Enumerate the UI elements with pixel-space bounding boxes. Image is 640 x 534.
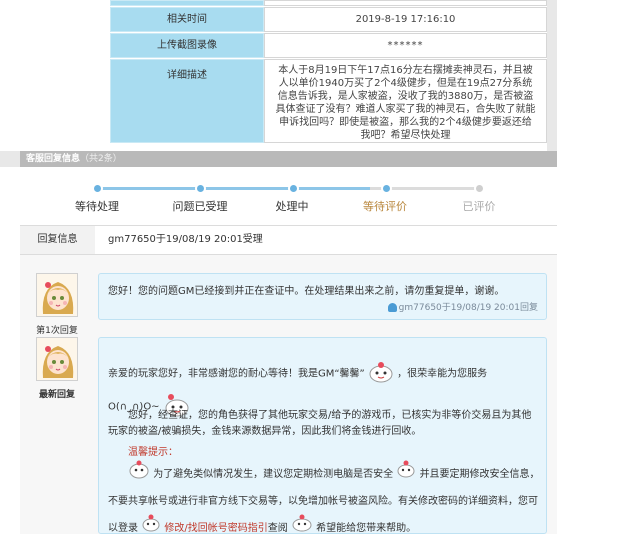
step-dot-3 [288, 183, 299, 194]
right-gutter [547, 0, 557, 151]
step-dot-2 [195, 183, 206, 194]
user-icon [387, 303, 397, 312]
reply-2-paragraph: 您好，经查证，您的角色获得了其他玩家交易/给予的游戏币，已核实为非等价交易且为其… [108, 410, 532, 437]
reply-info-row: 回复信息 gm77650于19/08/19 20:01受理 [20, 225, 557, 255]
reply-info-label: 回复信息 [20, 226, 95, 254]
reply-bubble-2: 亲爱的玩家您好，非常感谢您的耐心等待！我是GM“馨馨” ，很荣幸能为您服务 O(… [98, 337, 547, 534]
step-dot-5 [474, 183, 485, 194]
mascot-link-icon [141, 514, 161, 534]
info-row-time: 相关时间 2019-8-19 17:16:10 [110, 7, 547, 33]
reply-meta-1-text: gm77650于19/08/19 20:01回复 [398, 303, 538, 313]
description-label: 详细描述 [110, 59, 264, 143]
step-dot-1 [92, 183, 103, 194]
shield-mascot-icon [396, 460, 416, 488]
section-bar-left [0, 151, 20, 167]
step-label-3: 处理中 [275, 200, 309, 213]
reply-2-greeting: 亲爱的玩家您好，非常感谢您的耐心等待！我是GM“馨馨” ，很荣幸能为您服务 [108, 361, 487, 386]
step-label-5: 已评价 [462, 200, 496, 213]
password-guide-link[interactable]: 修改/找回帐号密码指引 [164, 523, 267, 534]
mascot-closing-icon [291, 514, 313, 534]
gm-avatar [36, 337, 78, 381]
greeting-text-b: ，很荣幸能为您服务 [397, 368, 488, 380]
reply-meta-1: gm77650于19/08/19 20:01回复 [387, 300, 538, 313]
mascot-tip-icon [128, 459, 150, 489]
reply-info-value: gm77650于19/08/19 20:01受理 [108, 234, 263, 245]
tip-text-c: 查阅 [267, 523, 288, 534]
time-value: 2019-8-19 17:16:10 [264, 7, 547, 32]
step-label-1: 等待处理 [75, 200, 119, 213]
reply-tag-2: 最新回复 [38, 390, 75, 400]
info-value-top [264, 0, 547, 6]
screenshot-value[interactable]: ****** [264, 33, 547, 58]
reply-text-1: 您好！您的问题GM已经接到并正在查证中。在处理结果出来之前，请勿重复提单，谢谢。 [108, 286, 505, 297]
section-header: 客服回复信息（共2条） [20, 151, 557, 167]
info-row-screenshot: 上传截图录像 ****** [110, 33, 547, 59]
step-dot-4 [381, 183, 392, 194]
step-label-4: 等待评价 [363, 200, 407, 213]
tip-title: 温馨提示： [128, 447, 178, 458]
section-title: 客服回复信息 [26, 154, 81, 164]
mascot-icon [368, 361, 394, 386]
ticket-info-table: 相关时间 2019-8-19 17:16:10 上传截图录像 ****** 详细… [110, 0, 547, 144]
tip-text-a: 为了避免类似情况发生，建议您定期检测电脑是否安全 [153, 469, 394, 480]
step-label-2: 问题已受理 [172, 200, 228, 213]
info-label-top [110, 0, 264, 6]
info-row-description: 详细描述 本人于8月19日下午17点16分左右摆摊卖神灵石，并且被人以单价194… [110, 59, 547, 144]
progress-tracker: 等待处理 问题已受理 处理中 等待评价 已评价 [20, 167, 557, 225]
info-row-top [110, 0, 547, 7]
progress-track-done [97, 187, 370, 190]
closing-text: 希望能给您带来帮助。 [316, 523, 417, 534]
reply-2-tip: 为了避免类似情况发生，建议您定期检测电脑是否安全 并且要定期修改安全信息，不要共… [108, 459, 540, 534]
reply-bubble-1: 您好！您的问题GM已经接到并正在查证中。在处理结果出来之前，请勿重复提单，谢谢。… [98, 273, 547, 320]
time-label: 相关时间 [110, 7, 264, 32]
section-count: （共2条） [80, 154, 122, 164]
greeting-text-a: 亲爱的玩家您好，非常感谢您的耐心等待！我是GM“馨馨” [108, 368, 365, 380]
description-value: 本人于8月19日下午17点16分左右摆摊卖神灵石，并且被人以单价1940万买了2… [264, 59, 547, 143]
gm-avatar [36, 273, 78, 317]
screenshot-label: 上传截图录像 [110, 33, 264, 58]
reply-tag-1: 第1次回复 [36, 326, 78, 336]
